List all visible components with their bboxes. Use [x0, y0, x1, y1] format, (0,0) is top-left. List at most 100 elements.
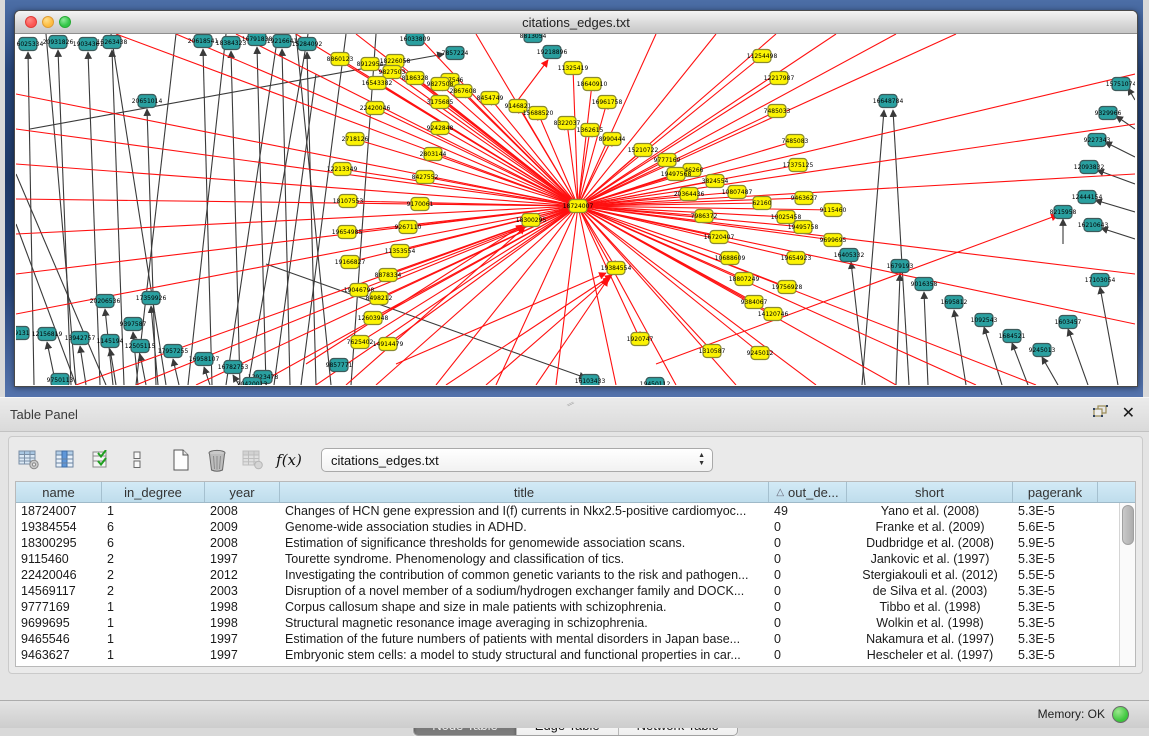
- table-cell[interactable]: 2009: [205, 519, 280, 535]
- table-cell[interactable]: 1: [102, 631, 205, 647]
- column-pair-icon[interactable]: [125, 448, 149, 472]
- graph-node[interactable]: 8860123: [327, 53, 354, 66]
- table-cell[interactable]: 18300295: [16, 535, 102, 551]
- graph-node[interactable]: 9463627: [791, 192, 818, 205]
- column-header-title[interactable]: title: [280, 482, 769, 502]
- graph-node[interactable]: 16961758: [592, 96, 623, 109]
- graph-node[interactable]: 9750113: [47, 374, 74, 386]
- edge[interactable]: [1101, 228, 1135, 239]
- graph-node[interactable]: 9227343: [1084, 134, 1111, 147]
- graph-node[interactable]: 11353554: [385, 245, 416, 258]
- delete-table-icon[interactable]: [205, 448, 229, 472]
- table-cell[interactable]: 0: [769, 631, 847, 647]
- column-header-short[interactable]: short: [847, 482, 1013, 502]
- graph-node[interactable]: 20206536: [90, 295, 121, 308]
- table-cell[interactable]: 2012: [205, 567, 280, 583]
- table-cell[interactable]: 1: [102, 615, 205, 631]
- table-cell[interactable]: Estimation of the future numbers of pati…: [280, 631, 769, 647]
- edge[interactable]: [16, 206, 578, 234]
- table-cell[interactable]: Genome-wide association studies in ADHD.: [280, 519, 769, 535]
- graph-node[interactable]: 9857771: [326, 359, 353, 372]
- table-cell[interactable]: Wolkin et al. (1998): [847, 615, 1013, 631]
- table-cell[interactable]: 5.3E-5: [1013, 615, 1098, 631]
- graph-node[interactable]: 7857224: [442, 47, 469, 60]
- edge[interactable]: [1097, 170, 1135, 184]
- table-row[interactable]: 911546021997Tourette syndrome. Phenomeno…: [16, 551, 1119, 567]
- edge[interactable]: [440, 128, 578, 206]
- graph-node[interactable]: 17359926: [136, 292, 167, 305]
- memory-status-indicator-icon[interactable]: [1112, 706, 1129, 723]
- graph-node[interactable]: 22420046: [360, 102, 391, 115]
- table-cell[interactable]: Embryonic stem cells: a model to study s…: [280, 647, 769, 663]
- table-row[interactable]: 1872400712008Changes of HCN gene express…: [16, 503, 1119, 519]
- edge[interactable]: [226, 34, 278, 385]
- edge[interactable]: [370, 64, 578, 206]
- column-header-in_degree[interactable]: in_degree: [102, 482, 205, 502]
- panel-resize-grip-icon[interactable]: ⫽: [565, 399, 576, 410]
- table-cell[interactable]: de Silva et al. (2003): [847, 583, 1013, 599]
- table-cell[interactable]: 2: [102, 551, 205, 567]
- edge[interactable]: [173, 359, 179, 385]
- table-cell[interactable]: 1: [102, 647, 205, 663]
- network-graph-canvas[interactable]: 1872400718300295886012389129541822605898…: [16, 34, 1135, 385]
- table-cell[interactable]: 9465546: [16, 631, 102, 647]
- edge[interactable]: [578, 34, 896, 206]
- graph-node[interactable]: 19450112: [640, 378, 671, 386]
- table-cell[interactable]: 19384554: [16, 519, 102, 535]
- graph-node[interactable]: 16958107: [189, 353, 220, 366]
- table-cell[interactable]: 5.3E-5: [1013, 647, 1098, 663]
- table-cell[interactable]: 2008: [205, 503, 280, 519]
- graph-node[interactable]: 9115460: [820, 204, 847, 217]
- graph-node[interactable]: 15210722: [628, 144, 659, 157]
- table-row[interactable]: 946362711997Embryonic stem cells: a mode…: [16, 647, 1119, 663]
- graph-node[interactable]: 9245013: [1029, 344, 1056, 357]
- float-window-icon[interactable]: [1093, 405, 1108, 423]
- graph-node[interactable]: 9016358: [911, 278, 938, 291]
- graph-node[interactable]: 9267110: [395, 221, 422, 234]
- table-cell[interactable]: 2008: [205, 535, 280, 551]
- table-row[interactable]: 1830029562008Estimation of significance …: [16, 535, 1119, 551]
- table-cell[interactable]: 14569117: [16, 583, 102, 599]
- table-cell[interactable]: 0: [769, 647, 847, 663]
- graph-node[interactable]: 16648784: [873, 95, 904, 108]
- edge[interactable]: [486, 277, 610, 385]
- table-select-dropdown[interactable]: citations_edges.txt ▲▼: [321, 448, 713, 472]
- table-cell[interactable]: 0: [769, 519, 847, 535]
- graph-node[interactable]: 1684521: [999, 330, 1026, 343]
- node-table[interactable]: namein_degreeyeartitle△out_de...shortpag…: [15, 481, 1136, 667]
- table-cell[interactable]: 5.3E-5: [1013, 583, 1098, 599]
- graph-node[interactable]: 16405332: [834, 249, 865, 262]
- edge[interactable]: [893, 110, 909, 385]
- table-row[interactable]: 1938455462009Genome-wide association stu…: [16, 519, 1119, 535]
- graph-node[interactable]: 12505115: [125, 340, 156, 353]
- edge[interactable]: [140, 354, 146, 385]
- graph-node[interactable]: 7485033: [764, 105, 791, 118]
- graph-node[interactable]: 9384067: [741, 296, 768, 309]
- table-cell[interactable]: Jankovic et al. (1997): [847, 551, 1013, 567]
- edge[interactable]: [518, 60, 548, 100]
- graph-node[interactable]: 8454749: [477, 92, 504, 105]
- table-cell[interactable]: 1997: [205, 647, 280, 663]
- edge[interactable]: [578, 206, 616, 268]
- graph-node[interactable]: 17375125: [783, 159, 814, 172]
- table-cell[interactable]: 0: [769, 535, 847, 551]
- column-header-pagerank[interactable]: pagerank: [1013, 482, 1098, 502]
- edge[interactable]: [204, 367, 210, 385]
- table-cell[interactable]: 1: [102, 599, 205, 615]
- column-header-out_de[interactable]: △out_de...: [769, 482, 847, 502]
- graph-node[interactable]: 19654985: [332, 226, 363, 239]
- graph-node[interactable]: 8427552: [412, 171, 439, 184]
- table-settings-icon[interactable]: [17, 448, 41, 472]
- graph-node[interactable]: 2867608: [450, 85, 477, 98]
- graph-node[interactable]: 9777169: [654, 154, 681, 167]
- table-cell[interactable]: Estimation of significance thresholds fo…: [280, 535, 769, 551]
- table-row[interactable]: 977716911998Corpus callosum shape and si…: [16, 599, 1119, 615]
- table-cell[interactable]: 5.9E-5: [1013, 535, 1098, 551]
- edge[interactable]: [296, 34, 331, 385]
- graph-node[interactable]: 17103054: [1085, 274, 1116, 287]
- table-row[interactable]: 1456911722003Disruption of a novel membe…: [16, 583, 1119, 599]
- edge[interactable]: [578, 34, 716, 206]
- edge[interactable]: [862, 110, 884, 385]
- graph-node[interactable]: 16210643: [1078, 219, 1109, 232]
- table-cell[interactable]: 0: [769, 567, 847, 583]
